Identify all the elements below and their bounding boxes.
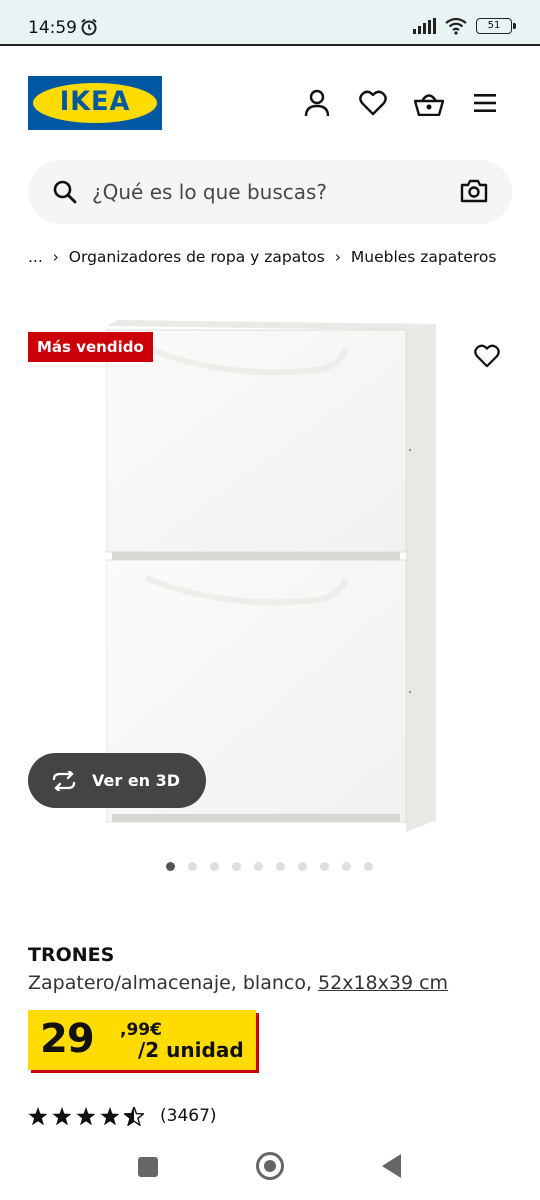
carousel-dot[interactable]	[188, 862, 197, 871]
price-integer: 29	[40, 1016, 95, 1062]
product-description: Zapatero/almacenaje, blanco, 52x18x39 cm	[28, 972, 449, 994]
system-nav-bar	[0, 1140, 540, 1200]
star-icon	[76, 1106, 96, 1125]
account-icon[interactable]	[302, 88, 332, 118]
view-3d-label: Ver en 3D	[92, 771, 181, 790]
half-star-icon	[124, 1106, 144, 1126]
carousel-dot[interactable]	[166, 862, 175, 871]
carousel-dot[interactable]	[232, 862, 241, 871]
carousel-dot[interactable]	[276, 862, 285, 871]
logo-text: IKEA	[59, 86, 131, 117]
status-bar: 14:59 51	[0, 0, 540, 46]
ikea-logo[interactable]: IKEA	[28, 76, 162, 130]
carousel-dot[interactable]	[320, 862, 329, 871]
search-icon	[53, 180, 77, 204]
recent-apps-icon[interactable]	[138, 1157, 158, 1177]
breadcrumb: ... › Organizadores de ropa y zapatos › …	[28, 248, 496, 266]
search-bar[interactable]: ¿Qué es lo que buscas?	[28, 160, 512, 224]
breadcrumb-item[interactable]: Organizadores de ropa y zapatos	[69, 248, 325, 266]
product-gallery[interactable]: Más vendido Ver en 3D	[0, 300, 540, 850]
home-icon[interactable]	[256, 1152, 284, 1180]
back-icon[interactable]	[382, 1154, 401, 1178]
search-input[interactable]: ¿Qué es lo que buscas?	[92, 180, 327, 204]
basket-icon[interactable]	[414, 88, 444, 118]
alarm-icon	[81, 18, 97, 36]
battery-indicator: 51	[476, 18, 516, 34]
star-icon	[52, 1106, 72, 1125]
price-unit: /2 unidad	[138, 1038, 244, 1062]
product-size-link[interactable]: 52x18x39 cm	[318, 972, 448, 994]
signal-icon	[413, 18, 436, 34]
carousel-dot[interactable]	[364, 862, 373, 871]
carousel-dot[interactable]	[342, 862, 351, 871]
carousel-dot[interactable]	[254, 862, 263, 871]
price-decimal: ,99€	[120, 1020, 162, 1040]
site-header: IKEA	[0, 48, 540, 148]
breadcrumb-item[interactable]: Muebles zapateros	[351, 248, 497, 266]
chevron-right-icon: ›	[334, 248, 341, 266]
review-count[interactable]: (3467)	[160, 1106, 217, 1126]
heart-icon[interactable]	[358, 88, 388, 118]
rotate-3d-icon	[52, 770, 76, 791]
camera-icon[interactable]	[460, 178, 488, 204]
status-time: 14:59	[28, 18, 77, 38]
view-3d-button[interactable]: Ver en 3D	[28, 753, 206, 808]
add-to-favourites-icon[interactable]	[474, 344, 500, 368]
chevron-right-icon: ›	[52, 248, 59, 266]
carousel-indicator[interactable]	[166, 862, 373, 871]
breadcrumb-item[interactable]: ...	[28, 248, 43, 266]
carousel-dot[interactable]	[210, 862, 219, 871]
star-icon	[100, 1106, 120, 1125]
star-icon	[28, 1106, 48, 1125]
rating[interactable]: (3467)	[28, 1106, 217, 1126]
carousel-dot[interactable]	[298, 862, 307, 871]
wifi-icon	[445, 17, 467, 35]
menu-icon[interactable]	[470, 88, 500, 118]
bestseller-badge: Más vendido	[28, 332, 153, 362]
product-name: TRONES	[28, 944, 115, 966]
price-tag: 29 ,99€ /2 unidad	[28, 1010, 256, 1070]
